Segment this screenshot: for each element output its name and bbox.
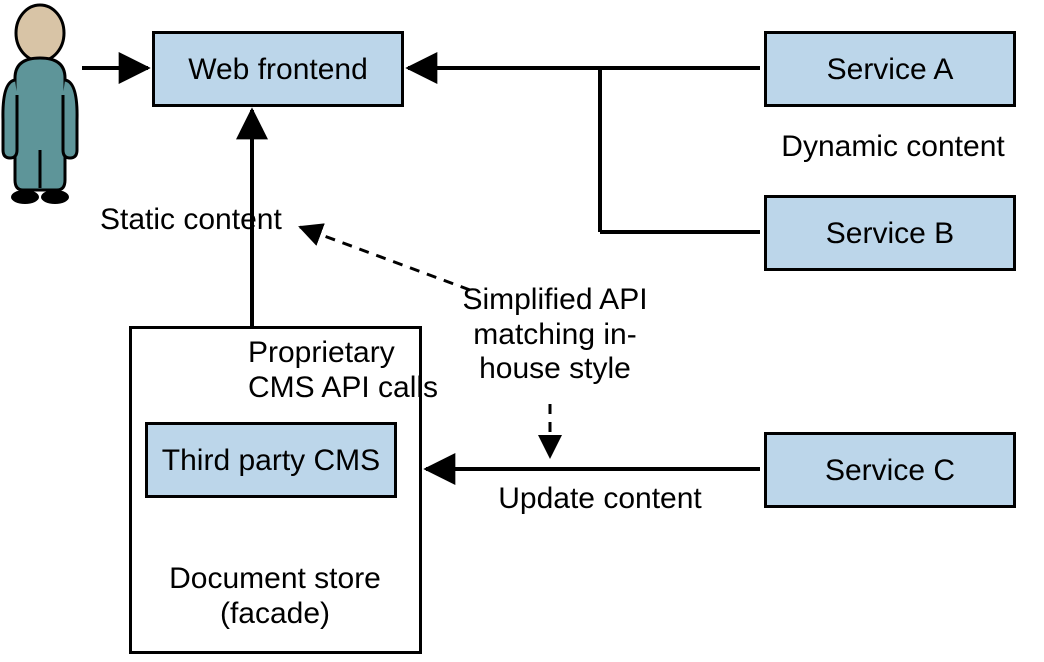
box-service-a: Service A [764,31,1016,107]
label-proprietary-api: Proprietary CMS API calls [248,336,448,405]
arrow-services-to-frontend [408,68,760,232]
label-document-store: Document store (facade) [155,562,395,631]
box-service-b-label: Service B [826,217,954,250]
box-third-party-cms: Third party CMS [145,422,397,498]
diagram-stage: Web frontend Service A Service B Service… [0,0,1044,662]
label-static-content: Static content [100,203,310,238]
box-service-a-label: Service A [827,53,954,86]
box-web-frontend-label: Web frontend [188,53,368,86]
label-dynamic-content: Dynamic content [770,130,1016,165]
box-service-c-label: Service C [825,454,955,487]
user-icon [3,5,77,204]
box-third-party-cms-label: Third party CMS [162,444,380,477]
box-service-c: Service C [764,432,1016,508]
label-update-content: Update content [480,482,720,517]
label-simplified-api: Simplified API matching in- house style [440,283,670,387]
box-service-b: Service B [764,195,1016,271]
box-web-frontend: Web frontend [152,31,404,107]
